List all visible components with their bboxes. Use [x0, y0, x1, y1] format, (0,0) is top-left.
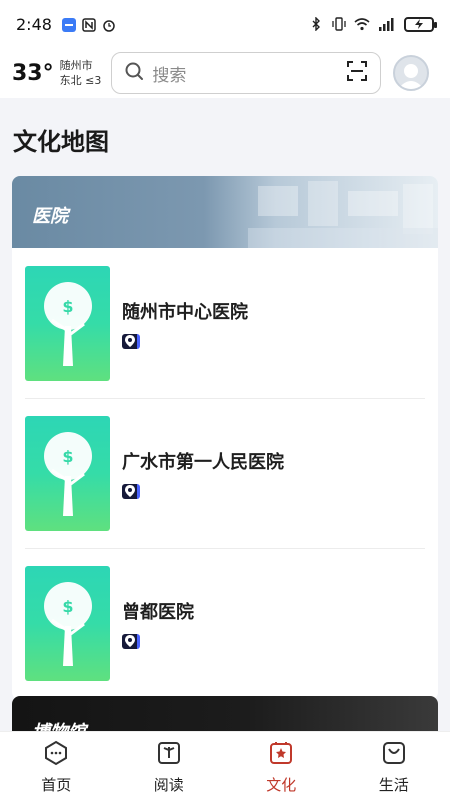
scan-icon[interactable] [346, 60, 368, 86]
status-bar: 2:48 [0, 0, 450, 48]
app-notification-icon [61, 17, 76, 32]
item-thumbnail: $ [25, 265, 110, 381]
search-placeholder: 搜索 [152, 65, 187, 86]
item-name: 随州市中心医院 [122, 301, 248, 323]
item-name: 曾都医院 [122, 601, 194, 623]
status-system-icons [310, 16, 437, 32]
nav-label: 首页 [41, 776, 72, 794]
alarm-icon [102, 17, 116, 32]
money-tree-icon: $ [43, 281, 92, 366]
svg-text:$: $ [62, 447, 73, 466]
bag-icon [381, 740, 407, 770]
wind-info: 东北 ≤3 [59, 74, 102, 87]
nfc-icon [82, 17, 96, 32]
signal-icon [378, 17, 396, 31]
search-input[interactable]: 搜索 [111, 52, 382, 94]
status-time: 2:48 [16, 14, 52, 34]
item-name: 广水市第一人民医院 [122, 451, 284, 473]
wifi-icon [354, 17, 370, 31]
section-label: 医院 [32, 206, 68, 227]
banner-image [248, 181, 438, 248]
nav-item-read[interactable]: 阅读 [113, 732, 226, 800]
location-icon[interactable] [122, 633, 140, 649]
status-notification-icons [61, 17, 116, 32]
section-card-museum[interactable]: 博物馆 [12, 696, 438, 736]
nav-label: 阅读 [153, 776, 184, 794]
culture-icon [268, 740, 294, 770]
list-item[interactable]: $ 随州市中心医院 [12, 248, 438, 398]
search-icon [124, 61, 144, 85]
item-thumbnail: $ [25, 415, 110, 531]
item-thumbnail: $ [25, 565, 110, 681]
section-card-hospital: 医院 $ 随州市中心医院 $ 广水市第一人民医院 $ 曾都医院 [12, 176, 438, 700]
money-tree-icon: $ [43, 581, 92, 666]
location-icon[interactable] [122, 333, 140, 349]
vibrate-icon [332, 17, 346, 31]
nav-item-culture[interactable]: 文化 [225, 732, 338, 800]
top-header: 33° 随州市 东北 ≤3 搜索 [0, 48, 450, 98]
list-item[interactable]: $ 广水市第一人民医院 [12, 398, 438, 548]
section-banner[interactable]: 医院 [12, 176, 438, 248]
page-title: 文化地图 [13, 128, 109, 156]
bottom-nav: 首页 阅读 文化 生活 [0, 731, 450, 800]
list-item[interactable]: $ 曾都医院 [12, 548, 438, 698]
nav-label: 生活 [378, 776, 409, 794]
nav-item-home[interactable]: 首页 [0, 732, 113, 800]
home-icon [43, 740, 69, 770]
book-icon [156, 740, 182, 770]
nav-item-life[interactable]: 生活 [338, 732, 450, 800]
temperature: 33° [12, 60, 54, 86]
money-tree-icon: $ [43, 431, 92, 516]
location-icon[interactable] [122, 483, 140, 499]
bluetooth-icon [310, 16, 324, 32]
svg-text:$: $ [62, 597, 73, 616]
battery-charging-icon [404, 16, 437, 32]
weather-info[interactable]: 随州市 东北 ≤3 [60, 58, 102, 88]
nav-label: 文化 [266, 776, 297, 794]
city-name: 随州市 [59, 59, 93, 72]
avatar[interactable] [393, 55, 430, 91]
svg-text:$: $ [62, 297, 73, 316]
